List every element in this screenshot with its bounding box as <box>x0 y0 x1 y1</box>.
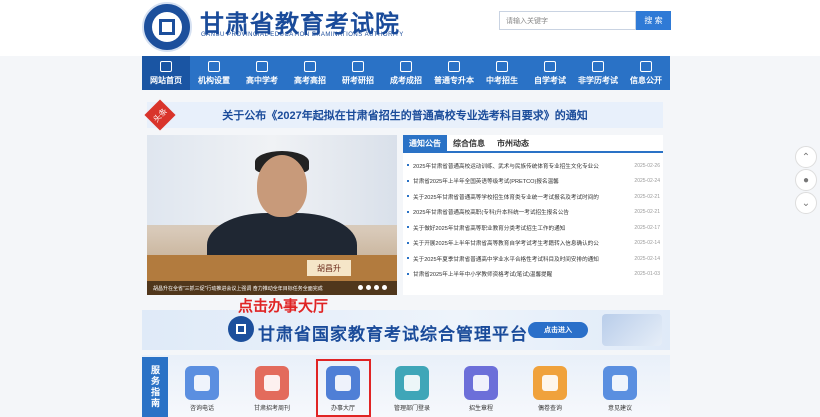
news-item[interactable]: 关于开展2025年上半年甘肃省高等教育自学考试考生考籍转入信息确认的公 2025-… <box>403 236 663 252</box>
slider-dot[interactable] <box>382 285 387 290</box>
annotation-highlight-box <box>316 359 371 417</box>
header: 甘肃省教育考试院 GANSU PROVINCIAL EDUCATION EXAM… <box>0 0 820 56</box>
photo-nameplate: 胡昌升 <box>307 260 351 276</box>
news-photo-slider[interactable]: 胡昌升 胡昌升在全省“三抓三促”行动推进会议上强调 奋力推动全年目标任务全面完成 <box>147 135 397 295</box>
banner-logo-icon <box>228 316 254 342</box>
banner-decoration <box>602 314 662 346</box>
banner-title: 甘肃省国家教育考试综合管理平台 <box>258 325 528 344</box>
logo-icon[interactable] <box>142 2 192 52</box>
news-tabs: 通知公告 综合信息 市州动态 <box>403 135 663 153</box>
person-icon <box>544 60 556 72</box>
nav-item-organization[interactable]: 机构设置 <box>190 56 238 90</box>
service-item-feedback[interactable]: 意见建议 <box>600 366 640 412</box>
slider-dot[interactable] <box>358 285 363 290</box>
service-item-weekly[interactable]: 甘肃招考周刊 <box>252 366 292 412</box>
feedback-icon <box>603 366 637 400</box>
service-guide-tag: 服务指南 <box>142 357 168 417</box>
news-item[interactable]: 甘肃省2025年上半年全国英语等级考试(PRETCO)报名温馨 2025-02-2… <box>403 174 663 190</box>
site-subtitle: GANSU PROVINCIAL EDUCATION EXAMINATIONS … <box>201 32 404 38</box>
service-item-query[interactable]: 偶卷查询 <box>530 366 570 412</box>
news-item[interactable]: 关于2025年夏季甘肃省普通高中学业水平合格性考试科目及时间安排的通知 2025-… <box>403 251 663 267</box>
news-item[interactable]: 2025年甘肃省普通高校运动训练、武术与民族传统体育专业招生文化专业公 2025-… <box>403 158 663 174</box>
people-icon <box>592 60 604 72</box>
nav-item-adult-exam[interactable]: 成考成招 <box>382 56 430 90</box>
phone-icon <box>185 366 219 400</box>
nav-item-self-study[interactable]: 自学考试 <box>526 56 574 90</box>
scroll-down-icon[interactable]: ⌄ <box>795 192 817 214</box>
headline-link[interactable]: 关于公布《2027年起拟在甘肃省招生的普通高校专业选考科目要求》的通知 <box>222 107 587 123</box>
search-doc-icon <box>533 366 567 400</box>
main-nav: 网站首页 机构设置 高中学考 高考高招 研考研招 成考成招 普通专升本 中考招生… <box>142 56 670 90</box>
tab-announcements[interactable]: 通知公告 <box>403 135 447 151</box>
nav-item-zhongkao[interactable]: 中考招生 <box>478 56 526 90</box>
slider-dots <box>358 285 387 290</box>
nav-item-high-school-exam[interactable]: 高中学考 <box>238 56 286 90</box>
headline-bar: 关于公布《2027年起拟在甘肃省招生的普通高校专业选考科目要求》的通知 <box>147 102 663 128</box>
mail-icon <box>640 60 652 72</box>
graduation-hat-icon <box>352 60 364 72</box>
nav-item-home[interactable]: 网站首页 <box>142 56 190 90</box>
nav-item-graduate-exam[interactable]: 研考研招 <box>334 56 382 90</box>
search-button[interactable]: 搜 索 <box>636 11 671 30</box>
building-icon <box>208 60 220 72</box>
nav-item-gaokao[interactable]: 高考高招 <box>286 56 334 90</box>
news-panel: 通知公告 综合信息 市州动态 2025年甘肃省普通高校运动训练、武术与民族传统体… <box>403 135 663 295</box>
scroll-up-icon[interactable]: ⌃ <box>795 146 817 168</box>
service-item-charter[interactable]: 招生章程 <box>461 366 501 412</box>
banner-enter-button[interactable]: 点击进入 <box>528 322 588 338</box>
tab-city-news[interactable]: 市州动态 <box>491 135 535 151</box>
magazine-icon <box>255 366 289 400</box>
search-input[interactable]: 请输入关键字 <box>499 11 636 30</box>
service-item-hotline[interactable]: 咨询电话 <box>182 366 222 412</box>
platform-banner[interactable]: 甘肃省国家教育考试综合管理平台 点击进入 <box>142 310 670 350</box>
slider-dot[interactable] <box>374 285 379 290</box>
news-item[interactable]: 甘肃省2025年上半年中小学教师资格考试(笔试)温馨提醒 2025-01-03 <box>403 267 663 283</box>
news-item[interactable]: 2025年甘肃省普通高校高职(专科)升本科统一考试招生报名公告 2025-02-2… <box>403 205 663 221</box>
graduation-cap-icon <box>304 60 316 72</box>
nav-item-info-public[interactable]: 信息公开 <box>622 56 670 90</box>
home-icon <box>160 60 172 72</box>
document-icon <box>464 366 498 400</box>
news-item[interactable]: 关于2025年甘肃省普通高等学校招生体育类专业统一考试报名及考试时间的 2025-… <box>403 189 663 205</box>
service-item-admin-login[interactable]: 管理部门登录 <box>392 366 432 412</box>
book-icon <box>448 60 460 72</box>
pencil-icon <box>400 60 412 72</box>
graduation-icon <box>256 60 268 72</box>
photo-figure-head <box>257 155 307 217</box>
globe-icon <box>496 60 508 72</box>
nav-item-upgrade[interactable]: 普通专升本 <box>430 56 478 90</box>
nav-item-non-degree[interactable]: 非学历考试 <box>574 56 622 90</box>
news-list: 2025年甘肃省普通高校运动训练、武术与民族传统体育专业招生文化专业公 2025-… <box>403 153 663 282</box>
slider-dot[interactable] <box>366 285 371 290</box>
wechat-icon[interactable]: ● <box>795 169 817 191</box>
annotation-label: 点击办事大厅 <box>238 298 329 315</box>
tab-general-info[interactable]: 综合信息 <box>447 135 491 151</box>
news-item[interactable]: 关于做好2025年甘肃省高等职业教育分类考试招生工作的通知 2025-02-17 <box>403 220 663 236</box>
login-icon <box>395 366 429 400</box>
